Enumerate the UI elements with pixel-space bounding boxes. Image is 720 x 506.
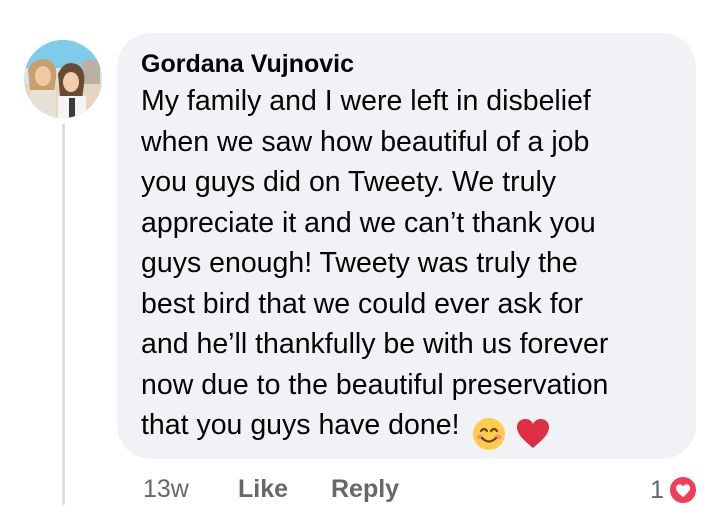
comment-line: when we saw how beautiful of a job [141,125,590,158]
reaction-summary[interactable]: 1 [650,474,698,506]
comment-line: My family and I were left in disbelief [141,85,591,117]
profile-photo [24,40,102,118]
comment-line: now due to the beautiful preservation [141,368,609,401]
timestamp[interactable]: 13w [143,474,189,504]
red-heart-icon [517,419,550,449]
comment-line: appreciate it and we can’t thank you [141,206,596,239]
comment-line: guys enough! Tweety was truly the [141,247,578,279]
emoji-group [471,413,551,454]
comment-bubble: Gordana Vujnovic My family and I were le… [117,33,696,459]
like-button[interactable]: Like [238,474,288,504]
comment-line: you guys did on Tweety. We truly [141,166,557,198]
comment-author[interactable]: Gordana Vujnovic [141,49,676,79]
comment-text: My family and I were left in disbelief w… [141,81,676,454]
thread-line [62,124,65,505]
comment-line: that you guys have done! [141,409,460,441]
reaction-count: 1 [650,475,664,504]
smiling-face-icon [473,418,506,451]
love-reaction-icon [668,475,698,505]
heart-icon [675,483,691,497]
avatar[interactable] [24,40,102,118]
comment-line: best bird that we could ever ask for [141,287,583,320]
reply-button[interactable]: Reply [331,474,399,504]
comment-line: and he’ll thankfully be with us forever [141,328,609,360]
